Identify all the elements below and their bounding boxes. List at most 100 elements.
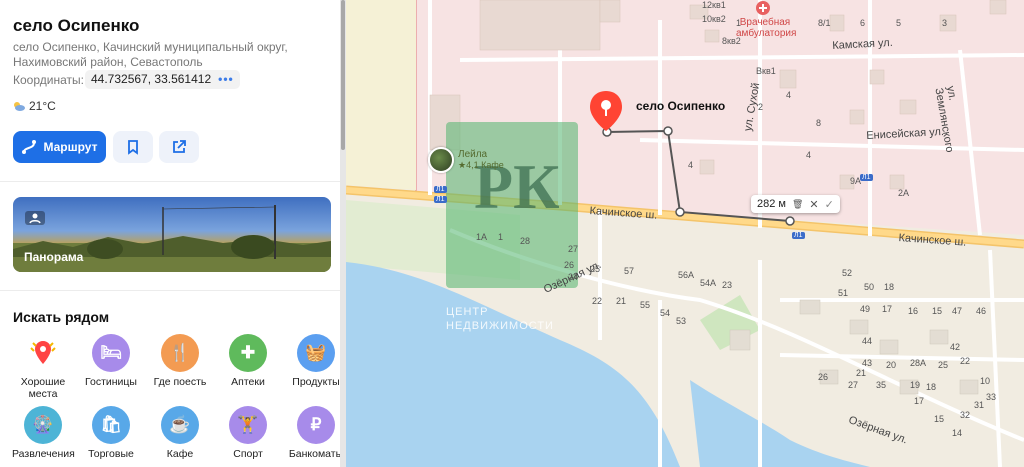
house-number: 57 bbox=[624, 266, 635, 276]
house-number: 4 bbox=[688, 160, 694, 170]
house-number: 56А bbox=[678, 270, 695, 280]
route-button[interactable]: Маршрут bbox=[13, 131, 106, 163]
watermark-text-top: ЦЕНТР bbox=[446, 306, 489, 318]
weather: 21°C bbox=[13, 99, 56, 113]
coords-chip[interactable]: 44.732567, 33.561412 ••• bbox=[85, 70, 240, 89]
category-shopping[interactable]: 🛍 Торговые bbox=[80, 406, 142, 460]
map-pin-icon[interactable] bbox=[588, 89, 624, 133]
house-number: 31 bbox=[974, 400, 985, 410]
cafe-rating[interactable]: ★4,1 Кафе bbox=[458, 160, 504, 171]
category-sport[interactable]: 🏋 Спорт bbox=[217, 406, 279, 460]
house-number: 12кв1 bbox=[702, 0, 726, 10]
coords-value[interactable]: 44.732567, 33.561412 bbox=[91, 70, 211, 89]
category-label: Продукты bbox=[292, 376, 340, 388]
house-number: 18 bbox=[884, 282, 895, 292]
scrollbar-thumb[interactable] bbox=[341, 0, 345, 150]
house-number: 54 bbox=[660, 308, 671, 318]
category-label: Развлечения bbox=[12, 448, 75, 460]
category-food[interactable]: 🍴 Где поесть bbox=[149, 334, 211, 388]
category-good-places[interactable]: Хорошие места bbox=[12, 334, 74, 400]
house-number: 53 bbox=[676, 316, 687, 326]
category-hotel[interactable]: 🛏 Гостиницы bbox=[80, 334, 142, 388]
house-number: 14 bbox=[952, 428, 963, 438]
good-places-icon bbox=[24, 334, 62, 372]
house-number: 24 bbox=[568, 272, 579, 282]
divider bbox=[0, 290, 340, 291]
category-groceries[interactable]: 🧺 Продукты bbox=[285, 334, 340, 388]
house-number: Вкв1 bbox=[756, 66, 776, 76]
house-number: 2 bbox=[758, 102, 764, 112]
house-number: 3 bbox=[942, 18, 948, 28]
shopping-icon: 🛍 bbox=[92, 406, 130, 444]
house-number: 52 bbox=[842, 268, 853, 278]
category-cafe[interactable]: ☕ Кафе bbox=[149, 406, 211, 460]
bookmark-icon bbox=[128, 140, 138, 155]
house-number: 10 bbox=[980, 376, 991, 386]
house-number: 1А bbox=[476, 232, 488, 242]
food-icon: 🍴 bbox=[161, 334, 199, 372]
distance-box[interactable]: 282 м 🗑 ✕ ✓ bbox=[751, 195, 840, 213]
divider bbox=[0, 181, 340, 182]
house-number: 27 bbox=[568, 244, 579, 254]
coords-label: Координаты: bbox=[13, 73, 84, 87]
house-number: 17 bbox=[914, 396, 925, 406]
cafe-name[interactable]: Лейла bbox=[458, 149, 487, 160]
atm-icon: ₽ bbox=[297, 406, 335, 444]
house-number: 1 bbox=[498, 232, 504, 242]
road-badge: Л1 bbox=[792, 232, 805, 239]
coords-more-icon[interactable]: ••• bbox=[218, 70, 234, 89]
house-number: 21 bbox=[856, 368, 867, 378]
category-label: Кафе bbox=[166, 448, 194, 460]
map-canvas[interactable]: РК ЦЕНТР НЕДВИЖИМОСТИ Камская ул. Енисейс… bbox=[346, 0, 1024, 467]
entertainment-icon: 🎡 bbox=[24, 406, 62, 444]
check-icon[interactable]: ✓ bbox=[825, 198, 834, 211]
panorama-label: Панорама bbox=[24, 250, 84, 264]
clinic-icon[interactable] bbox=[755, 0, 771, 16]
category-label: Хорошие места bbox=[20, 376, 66, 400]
route-label: Маршрут bbox=[43, 140, 98, 154]
house-number: 8 bbox=[816, 118, 822, 128]
house-number: 27 bbox=[848, 380, 859, 390]
close-icon[interactable]: ✕ bbox=[809, 198, 818, 211]
house-number: 4 bbox=[786, 90, 792, 100]
house-number: 46 bbox=[976, 306, 987, 316]
house-number: 17 bbox=[882, 304, 893, 314]
house-number: 23 bbox=[722, 280, 733, 290]
category-label: Банкоматы bbox=[288, 448, 340, 460]
trash-icon[interactable]: 🗑 bbox=[792, 199, 803, 210]
house-number: 25 bbox=[938, 360, 949, 370]
category-entertainment[interactable]: 🎡 Развлечения bbox=[12, 406, 75, 460]
nearby-title: Искать рядом bbox=[13, 309, 110, 325]
category-atm[interactable]: ₽ Банкоматы bbox=[285, 406, 340, 460]
share-button[interactable] bbox=[159, 131, 199, 163]
sport-icon: 🏋 bbox=[229, 406, 267, 444]
house-number: 22 bbox=[592, 296, 603, 306]
house-number: 22 bbox=[960, 356, 971, 366]
groceries-icon: 🧺 bbox=[297, 334, 335, 372]
share-icon bbox=[173, 140, 186, 153]
bookmark-button[interactable] bbox=[113, 131, 153, 163]
cloud-sun-icon bbox=[14, 102, 25, 111]
house-number: 32 bbox=[960, 410, 971, 420]
category-label: Спорт bbox=[233, 448, 263, 460]
house-number: 15 bbox=[934, 414, 945, 424]
house-number: 16 bbox=[908, 306, 919, 316]
house-number: 21 bbox=[616, 296, 627, 306]
house-number: 49 bbox=[860, 304, 871, 314]
house-number: 43 bbox=[862, 358, 873, 368]
panel-scrollbar[interactable] bbox=[340, 0, 346, 467]
road-badge: Л1 bbox=[434, 186, 447, 193]
place-title: село Осипенко bbox=[13, 16, 140, 35]
house-number: 54А bbox=[700, 278, 717, 288]
pin-label[interactable]: село Осипенко bbox=[636, 99, 725, 113]
house-number: 55 bbox=[640, 300, 651, 310]
house-number: 35 bbox=[876, 380, 887, 390]
house-number: 47 bbox=[952, 306, 963, 316]
weather-temp: 21°C bbox=[29, 99, 56, 113]
panorama-preview[interactable]: Панорама bbox=[13, 197, 331, 272]
house-number: 2А bbox=[898, 188, 910, 198]
cafe-photo[interactable] bbox=[428, 147, 454, 173]
cafe-icon: ☕ bbox=[161, 406, 199, 444]
clinic-label[interactable]: Врачебная амбулатория bbox=[736, 17, 796, 39]
category-pharmacy[interactable]: ✚ Аптеки bbox=[217, 334, 279, 388]
